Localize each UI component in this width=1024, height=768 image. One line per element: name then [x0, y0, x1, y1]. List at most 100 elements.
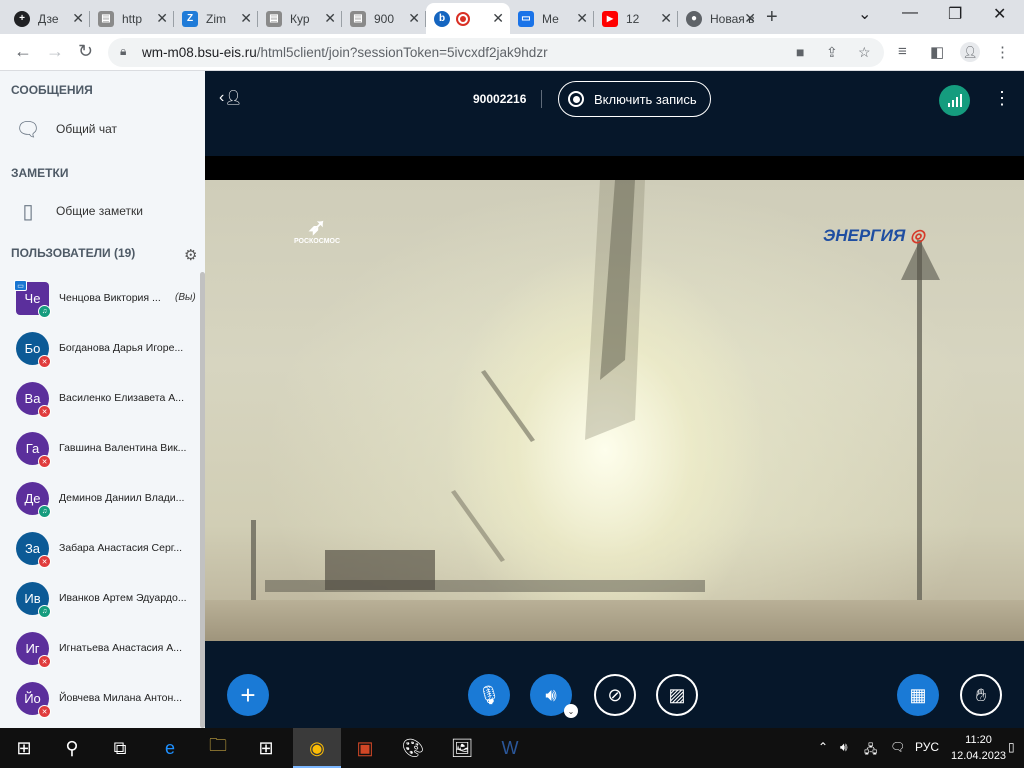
notification-icon[interactable]: 🗨︎	[890, 740, 905, 754]
connection-status-icon[interactable]	[939, 85, 970, 116]
search-button[interactable]: ⚲	[48, 728, 96, 768]
network-icon[interactable]: 🖧	[864, 740, 877, 761]
browser-tab[interactable]: ● Новая в ✕	[678, 3, 762, 34]
close-tab-icon[interactable]: ✕	[240, 10, 252, 26]
browser-tab[interactable]: Z Zim ✕	[174, 3, 258, 34]
url-text: wm-m08.bsu-eis.ru/html5client/join?sessi…	[142, 45, 548, 60]
user-list-item[interactable]: Ва ✕ Василенко Елизавета А...	[0, 373, 200, 423]
close-tab-icon[interactable]: ✕	[492, 10, 504, 26]
windows-logo-icon: ⊞	[16, 737, 32, 758]
chevron-up-icon[interactable]: ⌃	[818, 740, 828, 754]
muted-mic-icon: ✕	[38, 555, 51, 568]
profile-icon[interactable]: 👤︎	[960, 42, 980, 62]
chevron-down-icon[interactable]: ⌄	[564, 704, 578, 718]
raise-hand-button[interactable]: ✋︎	[960, 674, 1002, 716]
task-view-icon: ⧉	[113, 737, 127, 758]
share-screen-button[interactable]: ▨	[656, 674, 698, 716]
muted-mic-icon: ✕	[38, 355, 51, 368]
gear-icon[interactable]: ⚙	[184, 246, 197, 264]
share-icon[interactable]: ⇪	[826, 44, 838, 61]
close-tab-icon[interactable]: ✕	[744, 10, 756, 26]
bigbluebutton-icon: b	[434, 10, 450, 27]
user-list-item[interactable]: Бо ✕ Богданова Дарья Игоре...	[0, 323, 200, 373]
start-button[interactable]: ⊞	[0, 728, 48, 768]
restore-button[interactable]: ❐	[948, 4, 962, 24]
input-language[interactable]: РУС	[915, 740, 939, 754]
muted-mic-icon: ✕	[38, 705, 51, 718]
chevron-down-icon[interactable]: ⌄	[858, 4, 871, 24]
browser-tab[interactable]: ▶ 12 ✕	[594, 3, 678, 34]
shared-notes-item[interactable]: ▯ Общие заметки	[14, 196, 143, 226]
user-name: Йовчева Милана Антон...	[59, 692, 183, 704]
word-button[interactable]: W	[486, 728, 534, 768]
close-tab-icon[interactable]: ✕	[576, 10, 588, 26]
browser-tab[interactable]: + Дзе ✕	[6, 3, 90, 34]
side-panel-icon[interactable]: ◧	[930, 43, 944, 61]
close-tab-icon[interactable]: ✕	[72, 10, 84, 26]
powerpoint-button[interactable]: ▣	[341, 728, 389, 768]
toggle-user-list-button[interactable]: ‹👤︎	[219, 89, 242, 107]
action-center-icon[interactable]: ▯	[1008, 740, 1015, 754]
task-view-button[interactable]: ⧉	[96, 728, 144, 768]
minimize-button[interactable]: —	[902, 4, 918, 22]
start-recording-button[interactable]: Включить запись	[558, 81, 711, 117]
browser-tab[interactable]: ▤ http ✕	[90, 3, 174, 34]
forward-button[interactable]: →	[46, 41, 64, 62]
browser-tab-active[interactable]: b ✕	[426, 3, 510, 34]
options-menu-icon[interactable]: ⋮	[993, 89, 1011, 107]
lock-icon[interactable]: 🔒︎	[120, 44, 126, 59]
browser-tab[interactable]: ▤ Кур ✕	[258, 3, 342, 34]
user-list-item[interactable]: Йо ✕ Йовчева Милана Антон...	[0, 673, 200, 723]
action-bar: + 🎙︎ 🔊︎ ⌄ ⊘ ▨ ▦ ✋︎	[205, 664, 1024, 728]
chrome-taskbar-button[interactable]: ◉	[293, 728, 341, 768]
powerpoint-icon: ▣	[356, 737, 374, 758]
speaker-icon: 🔊︎	[545, 684, 557, 705]
user-list-item[interactable]: Де ♫ Деминов Даниил Влади...	[0, 473, 200, 523]
rocket-launch-video: ➶ РОСКОСМОС ЭНЕРГИЯ ◎	[205, 180, 1024, 641]
recording-dot-icon	[456, 11, 470, 26]
close-tab-icon[interactable]: ✕	[324, 10, 336, 26]
user-list-item[interactable]: Иг ✕ Игнатьева Анастасия А...	[0, 623, 200, 673]
user-list-item[interactable]: Ив ♫ Иванков Артем Эдуардо...	[0, 573, 200, 623]
back-button[interactable]: ←	[14, 41, 32, 62]
paint-button[interactable]: 🎨︎	[389, 728, 437, 768]
audio-button[interactable]: 🔊︎ ⌄	[530, 674, 578, 718]
new-tab-button[interactable]: +	[766, 6, 778, 29]
clock[interactable]: 11:20 12.04.2023	[951, 732, 1006, 764]
microphone-button[interactable]: 🎙︎	[468, 674, 510, 716]
blank-page-icon: ▤	[266, 10, 282, 27]
user-list-item[interactable]: Га ✕ Гавшина Валентина Вик...	[0, 423, 200, 473]
user-name: Богданова Дарья Игоре...	[59, 342, 184, 354]
share-webcam-button[interactable]: ⊘	[594, 674, 636, 716]
user-list-item[interactable]: Че ▭ ♫ Ченцова Виктория ... (Вы)	[0, 273, 200, 323]
close-tab-icon[interactable]: ✕	[156, 10, 168, 26]
bookmark-star-icon[interactable]: ☆	[858, 44, 871, 61]
photos-button[interactable]: 🖼︎	[438, 728, 486, 768]
volume-icon[interactable]: 🔊︎	[840, 740, 848, 755]
close-tab-icon[interactable]: ✕	[408, 10, 420, 26]
shared-notes-label: Общие заметки	[56, 204, 143, 218]
file-explorer-button[interactable]: 🗀︎	[194, 728, 242, 768]
chrome-icon: ●	[686, 10, 702, 27]
public-chat-item[interactable]: 🗨︎ Общий чат	[14, 114, 117, 144]
plus-icon: +	[240, 679, 256, 710]
media-control-icon[interactable]: ≡	[898, 43, 907, 60]
notes-icon: ▯	[22, 200, 34, 223]
address-bar[interactable]: 🔒︎ wm-m08.bsu-eis.ru/html5client/join?se…	[108, 38, 884, 67]
close-window-button[interactable]: ✕	[993, 4, 1006, 24]
listen-only-icon: ♫	[38, 605, 51, 618]
close-tab-icon[interactable]: ✕	[660, 10, 672, 26]
meeting-title: 90002216	[473, 92, 527, 106]
reload-button[interactable]: ↻	[78, 41, 93, 62]
store-button[interactable]: ⊞	[242, 728, 290, 768]
actions-plus-button[interactable]: +	[227, 674, 269, 716]
user-list-item[interactable]: За ✕ Забара Анастасия Серг...	[0, 523, 200, 573]
presentation-button[interactable]: ▦	[897, 674, 939, 716]
edge-button[interactable]: e	[146, 728, 194, 768]
menu-kebab-icon[interactable]: ⋮	[995, 43, 1010, 61]
camera-icon[interactable]: ■	[796, 44, 804, 60]
browser-tab[interactable]: ▤ 900 ✕	[342, 3, 426, 34]
browser-tab[interactable]: ▭ Ме ✕	[510, 3, 594, 34]
photos-icon: 🖼︎	[450, 737, 474, 758]
roscosmos-logo: ➶ РОСКОСМОС	[285, 216, 349, 246]
